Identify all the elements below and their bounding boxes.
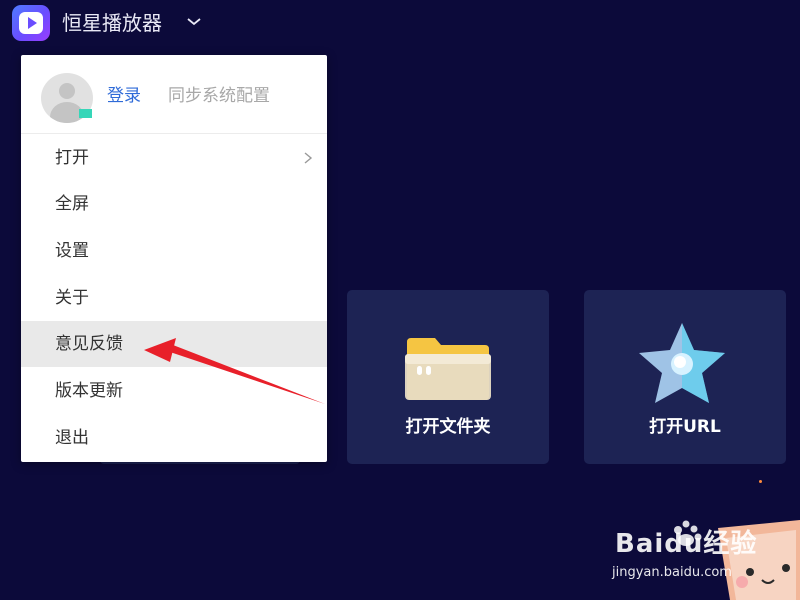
menu-item-update[interactable]: 版本更新 xyxy=(21,368,327,414)
decor-dot xyxy=(759,480,762,483)
chevron-down-icon[interactable] xyxy=(185,12,203,30)
menu-item-label: 全屏 xyxy=(55,194,89,214)
open-url-card[interactable]: 打开URL xyxy=(584,290,786,464)
menu-item-open[interactable]: 打开 xyxy=(21,135,327,181)
app-logo-icon xyxy=(12,5,50,41)
main-dropdown-menu: 登录 同步系统配置 打开 全屏 设置 关于 意见反馈 版本更新 退出 xyxy=(21,55,327,462)
menu-item-label: 打开 xyxy=(55,148,89,168)
menu-item-feedback[interactable]: 意见反馈 xyxy=(21,321,327,367)
chevron-right-icon xyxy=(304,152,313,164)
sync-config-text: 同步系统配置 xyxy=(168,86,270,106)
menu-item-label: 意见反馈 xyxy=(55,334,123,354)
menu-item-fullscreen[interactable]: 全屏 xyxy=(21,181,327,227)
menu-item-label: 版本更新 xyxy=(55,381,123,401)
avatar-head-shape xyxy=(59,83,75,99)
menu-item-label: 设置 xyxy=(55,241,89,261)
menu-item-about[interactable]: 关于 xyxy=(21,275,327,321)
menu-item-exit[interactable]: 退出 xyxy=(21,415,327,461)
menu-item-label: 退出 xyxy=(55,428,89,448)
watermark-brand: Baidu经验 xyxy=(615,529,758,559)
menu-item-label: 关于 xyxy=(55,288,89,308)
app-title[interactable]: 恒星播放器 xyxy=(62,9,162,37)
account-section: 登录 同步系统配置 xyxy=(21,55,327,134)
folder-icon xyxy=(405,338,491,400)
menu-item-settings[interactable]: 设置 xyxy=(21,228,327,274)
online-status-badge xyxy=(79,109,92,118)
login-link[interactable]: 登录 xyxy=(107,85,141,107)
open-folder-card[interactable]: 打开文件夹 xyxy=(347,290,549,464)
open-url-label: 打开URL xyxy=(649,417,721,437)
open-folder-label: 打开文件夹 xyxy=(405,417,491,437)
watermark-url: jingyan.baidu.com xyxy=(612,565,732,580)
star-icon xyxy=(639,323,725,403)
